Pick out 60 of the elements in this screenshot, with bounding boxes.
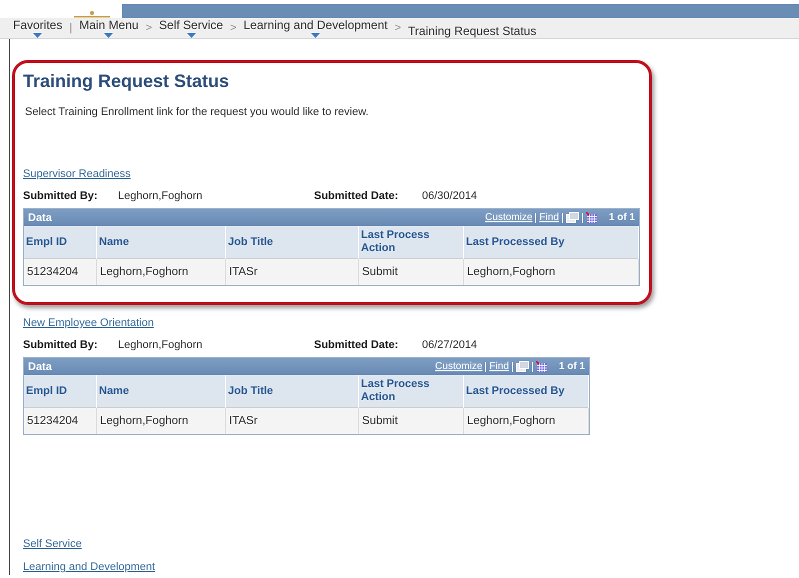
table-cell: ITASr [226, 258, 358, 285]
submitted-by-value: Leghorn,Foghorn [118, 190, 204, 202]
dropdown-icon[interactable] [311, 33, 320, 38]
page-title: Training Request Status [23, 71, 230, 92]
breadcrumb-separator: > [394, 21, 402, 35]
breadcrumb-separator: > [230, 21, 236, 35]
submitted-by-value: Leghorn,Foghorn [118, 339, 204, 351]
submitted-date-value: 06/27/2014 [422, 339, 478, 351]
breadcrumb-separator: | [69, 21, 72, 35]
breadcrumb-separator: > [146, 21, 152, 35]
table-cell: Leghorn,Foghorn [96, 408, 226, 434]
table-cell: Leghorn,Foghorn [464, 258, 638, 285]
submitted-by-label: Submitted By: [23, 339, 99, 351]
column-header: Last Process Action [358, 226, 464, 258]
column-header: Name [96, 375, 226, 408]
new-window-icon[interactable] [566, 212, 579, 223]
spreadsheet-icon[interactable] [536, 361, 548, 372]
table-cell: Submit [358, 258, 464, 285]
column-header: Empl ID [24, 375, 96, 408]
customize-link[interactable]: Customize [435, 361, 482, 372]
dropdown-icon[interactable] [33, 33, 42, 38]
request-link[interactable]: Supervisor Readiness [23, 168, 131, 180]
breadcrumb-link[interactable]: Main Menu [79, 18, 139, 32]
find-link[interactable]: Find [539, 212, 559, 223]
table-cell: 51234204 [24, 258, 96, 285]
grid-title: Data [28, 360, 52, 372]
find-link[interactable]: Find [489, 361, 509, 372]
breadcrumb-link[interactable]: Learning and Development [244, 18, 388, 32]
column-header: Last Processed By [464, 226, 638, 258]
customize-link[interactable]: Customize [485, 212, 532, 223]
breadcrumb-link[interactable]: Self Service [159, 18, 224, 32]
spreadsheet-icon[interactable] [586, 212, 598, 223]
breadcrumb-link[interactable]: Favorites [13, 18, 62, 32]
column-header: Last Processed By [464, 375, 588, 408]
footer-link[interactable]: Self Service [23, 538, 82, 550]
table-cell: Leghorn,Foghorn [96, 258, 226, 285]
table-cell: Leghorn,Foghorn [464, 408, 588, 434]
row-count: 1 of 1 [608, 212, 635, 223]
table-cell: 51234204 [24, 408, 96, 434]
table-cell: Submit [358, 408, 464, 434]
submitted-date-label: Submitted Date: [314, 190, 400, 202]
column-header: Empl ID [24, 226, 96, 258]
submitted-by-label: Submitted By: [23, 190, 99, 202]
column-header: Job Title [226, 226, 358, 258]
column-header: Name [96, 226, 226, 258]
logo-icon [72, 10, 112, 18]
request-link[interactable]: New Employee Orientation [23, 317, 154, 329]
dropdown-icon[interactable] [186, 33, 196, 38]
column-header: Last Process Action [358, 375, 464, 408]
new-window-icon[interactable] [516, 361, 529, 372]
instructions-text: Select Training Enrollment link for the request you would like to review. [25, 106, 370, 118]
breadcrumb-link[interactable]: Training Request Status [408, 24, 536, 38]
grid-title: Data [28, 212, 52, 224]
row-count: 1 of 1 [558, 361, 585, 372]
footer-link[interactable]: Learning and Development [23, 561, 156, 573]
submitted-date-value: 06/30/2014 [422, 190, 478, 202]
column-header: Job Title [226, 375, 358, 408]
dropdown-icon[interactable] [104, 33, 114, 38]
submitted-date-label: Submitted Date: [314, 339, 400, 351]
table-cell: ITASr [226, 408, 358, 434]
